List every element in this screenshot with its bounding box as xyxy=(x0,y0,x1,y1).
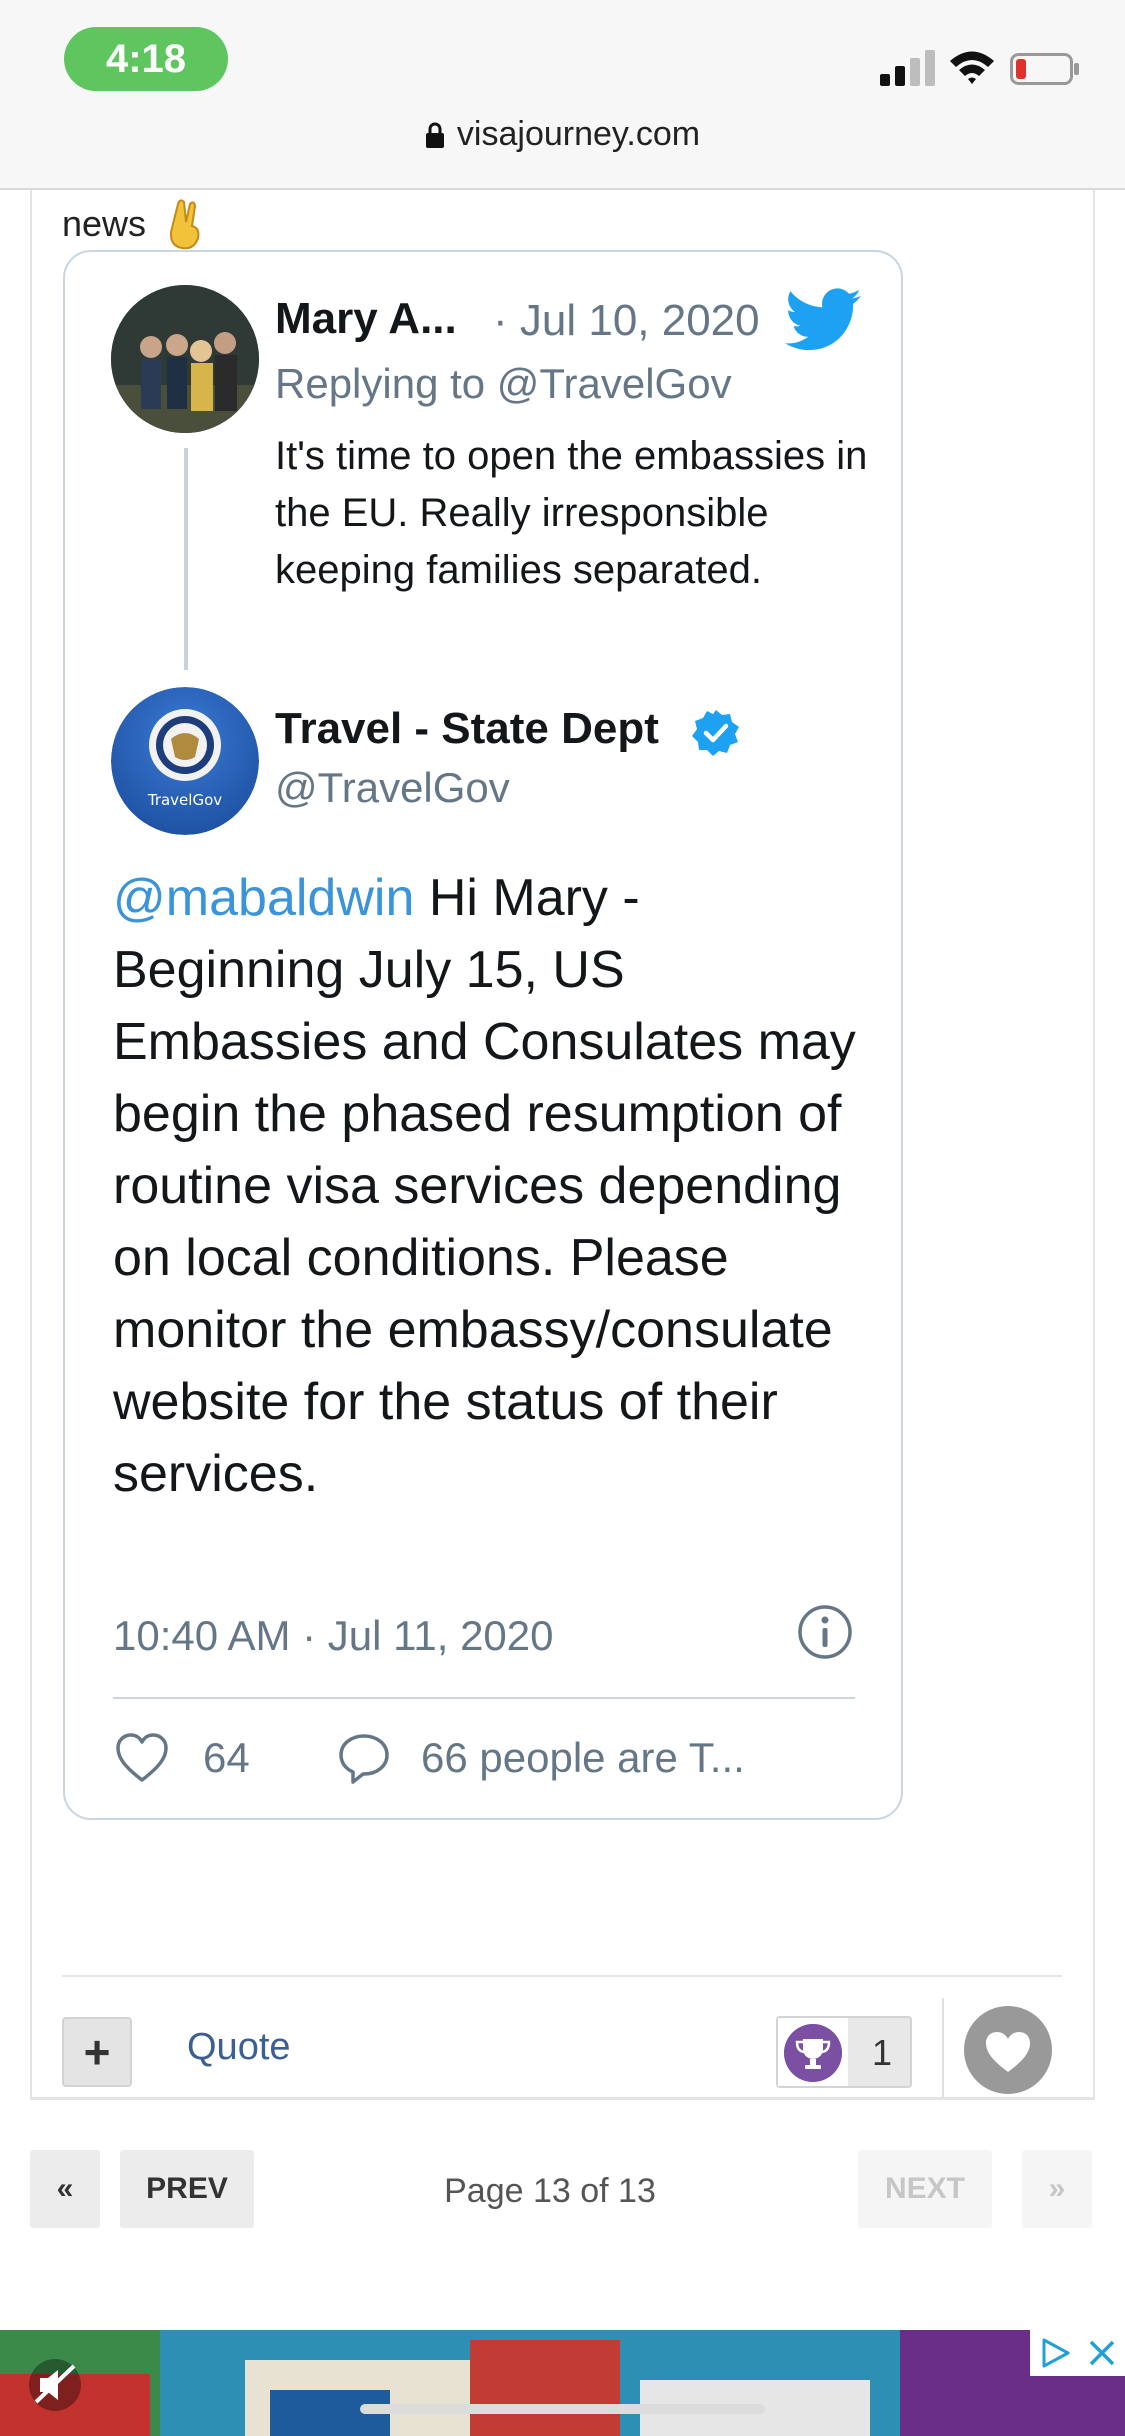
comment-bubble-icon[interactable] xyxy=(337,1732,391,1784)
last-page-button[interactable]: » xyxy=(1022,2150,1092,2228)
quote-button[interactable]: Quote xyxy=(187,2026,291,2069)
author-avatar[interactable]: TravelGov xyxy=(111,687,259,835)
tweet-body: Hi Mary - Beginning July 15, US Embassie… xyxy=(113,869,856,1503)
avatar-label: TravelGov xyxy=(147,791,222,809)
people-talking[interactable]: 66 people are T... xyxy=(421,1734,745,1782)
next-page-button[interactable]: NEXT xyxy=(858,2150,992,2228)
page-content: news Mary A... · Jul 10, 2020 Replying t… xyxy=(0,190,1125,2340)
mention-link[interactable]: @mabaldwin xyxy=(113,869,414,927)
close-ad-icon[interactable] xyxy=(1087,2338,1117,2368)
status-bar: 4:18 visajourney.com xyxy=(0,0,1125,190)
tweet-timestamp[interactable]: 10:40 AM · Jul 11, 2020 xyxy=(113,1612,554,1660)
multiquote-plus-button[interactable]: + xyxy=(62,2017,132,2087)
url-text: visajourney.com xyxy=(456,115,701,153)
trophy-icon xyxy=(784,2024,842,2082)
info-icon[interactable] xyxy=(797,1604,853,1660)
reply-date[interactable]: · Jul 10, 2020 xyxy=(493,296,760,346)
battery-icon xyxy=(1010,53,1079,85)
address-bar[interactable]: visajourney.com xyxy=(0,115,1125,154)
reputation-count: 1 xyxy=(872,2032,893,2073)
thread-connector xyxy=(184,448,188,670)
page-indicator[interactable]: Page 13 of 13 xyxy=(350,2172,750,2211)
home-indicator[interactable] xyxy=(360,2404,765,2414)
footer-separator xyxy=(942,1998,944,2098)
replying-to[interactable]: Replying to @TravelGov xyxy=(275,360,732,408)
heart-icon[interactable] xyxy=(115,1732,169,1784)
reply-author-avatar[interactable] xyxy=(111,285,259,433)
verified-badge-icon xyxy=(692,710,739,756)
like-count[interactable]: 64 xyxy=(203,1734,250,1782)
twitter-bird-icon[interactable] xyxy=(785,288,861,352)
tweet-text: @mabaldwin Hi Mary - Beginning July 15, … xyxy=(113,862,873,1510)
reply-tweet-text: It's time to open the embassies in the E… xyxy=(275,434,868,592)
post-intro-text: news xyxy=(62,203,147,244)
embedded-tweet[interactable]: Mary A... · Jul 10, 2020 Replying to @Tr… xyxy=(63,250,903,1820)
post-intro: news xyxy=(62,198,204,250)
adchoices-icon[interactable] xyxy=(1038,2336,1072,2370)
crossed-fingers-icon xyxy=(170,199,200,250)
post-footer-divider xyxy=(62,1975,1062,1977)
ad-banner[interactable] xyxy=(0,2330,1125,2436)
cellular-signal-icon xyxy=(880,50,935,86)
heart-filled-icon xyxy=(986,2032,1030,2072)
status-time: 4:18 xyxy=(64,27,228,91)
prev-page-button[interactable]: PREV xyxy=(120,2150,254,2228)
lock-icon xyxy=(425,122,444,148)
reply-author-name[interactable]: Mary A... xyxy=(275,294,457,344)
first-page-button[interactable]: « xyxy=(30,2150,100,2228)
author-handle[interactable]: @TravelGov xyxy=(275,764,510,812)
tweet-divider xyxy=(113,1697,855,1699)
reputation-badge[interactable]: 1 xyxy=(776,2016,912,2088)
wifi-icon xyxy=(950,51,994,84)
ad-image xyxy=(0,2330,1125,2436)
like-button[interactable] xyxy=(964,2006,1052,2094)
ad-controls[interactable] xyxy=(1030,2330,1125,2376)
author-name[interactable]: Travel - State Dept xyxy=(275,704,659,754)
